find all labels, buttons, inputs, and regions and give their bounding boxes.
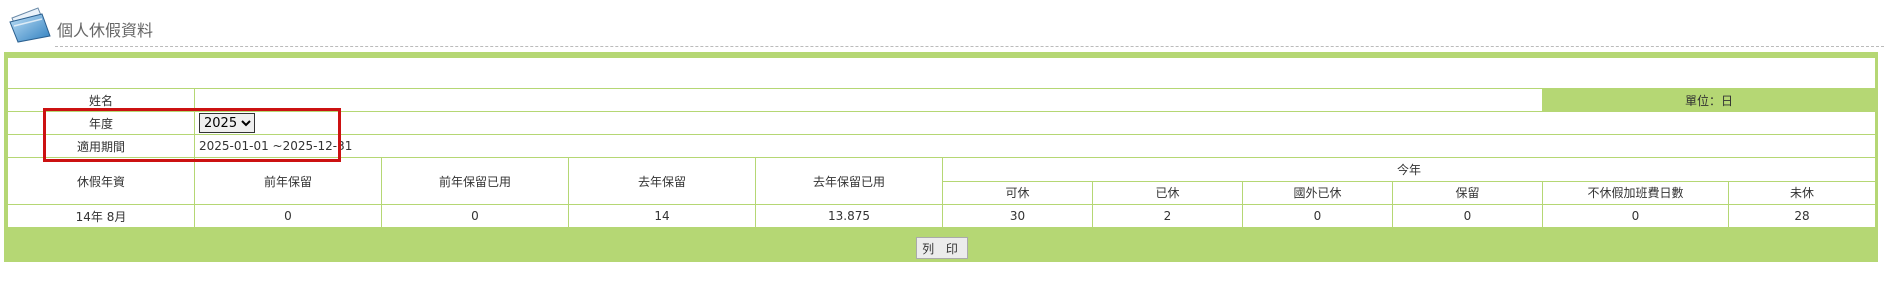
col-this-year: 今年 — [941, 157, 1877, 182]
cell-prev-year-reserved-used: 0 — [381, 204, 569, 228]
col-reserved: 保留 — [1392, 180, 1543, 205]
year-label: 年度 — [7, 111, 195, 135]
blank-row — [6, 57, 1877, 89]
col-seniority: 休假年資 — [7, 157, 195, 205]
year-select[interactable]: 2025 — [199, 113, 255, 133]
cell-last-year-reserved-used: 13.875 — [755, 204, 943, 228]
unit-label: 單位：日 — [1541, 88, 1877, 112]
cell-seniority: 14年 8月 — [7, 204, 195, 228]
leave-data-panel: 姓名 單位：日 年度 2025 適用期間 2025-01-01 ~2025-12… — [4, 52, 1878, 262]
col-prev-year-reserved-used: 前年保留已用 — [381, 157, 569, 205]
leave-table: 姓名 單位：日 年度 2025 適用期間 2025-01-01 ~2025-12… — [6, 57, 1877, 228]
col-taken: 已休 — [1092, 180, 1243, 205]
page-title: 個人休假資料 — [57, 21, 154, 40]
name-value — [194, 88, 1543, 112]
card-folder-icon — [9, 7, 51, 43]
header-divider — [55, 46, 1884, 47]
cell-abroad-taken: 0 — [1242, 204, 1393, 228]
cell-last-year-reserved: 14 — [568, 204, 756, 228]
col-last-year-reserved: 去年保留 — [568, 157, 756, 205]
cell-not-taken: 28 — [1727, 204, 1877, 228]
col-last-year-reserved-used: 去年保留已用 — [755, 157, 943, 205]
cell-available: 30 — [942, 204, 1093, 228]
cell-reserved: 0 — [1392, 204, 1543, 228]
col-unused-paid-days: 不休假加班費日數 — [1542, 180, 1729, 205]
table-row: 14年 8月 0 0 14 13.875 30 2 0 0 0 28 — [7, 204, 1877, 228]
header-row-1: 休假年資 前年保留 前年保留已用 去年保留 去年保留已用 今年 — [7, 157, 1877, 205]
cell-unused-paid-days: 0 — [1542, 204, 1729, 228]
col-not-taken: 未休 — [1727, 180, 1877, 205]
cell-prev-year-reserved: 0 — [194, 204, 382, 228]
period-label: 適用期間 — [7, 134, 195, 158]
period-value: 2025-01-01 ~2025-12-31 — [193, 134, 1877, 158]
col-available: 可休 — [942, 180, 1093, 205]
print-button[interactable]: 列 印 — [916, 237, 968, 259]
action-bar: 列 印 — [7, 237, 1875, 260]
period-row: 適用期間 2025-01-01 ~2025-12-31 — [7, 134, 1877, 158]
year-row: 年度 2025 — [7, 111, 1877, 135]
page-header: 個人休假資料 — [0, 0, 1884, 50]
col-prev-year-reserved: 前年保留 — [194, 157, 382, 205]
col-abroad-taken: 國外已休 — [1242, 180, 1393, 205]
cell-taken: 2 — [1092, 204, 1243, 228]
name-label: 姓名 — [7, 88, 195, 112]
name-row: 姓名 單位：日 — [7, 88, 1877, 112]
